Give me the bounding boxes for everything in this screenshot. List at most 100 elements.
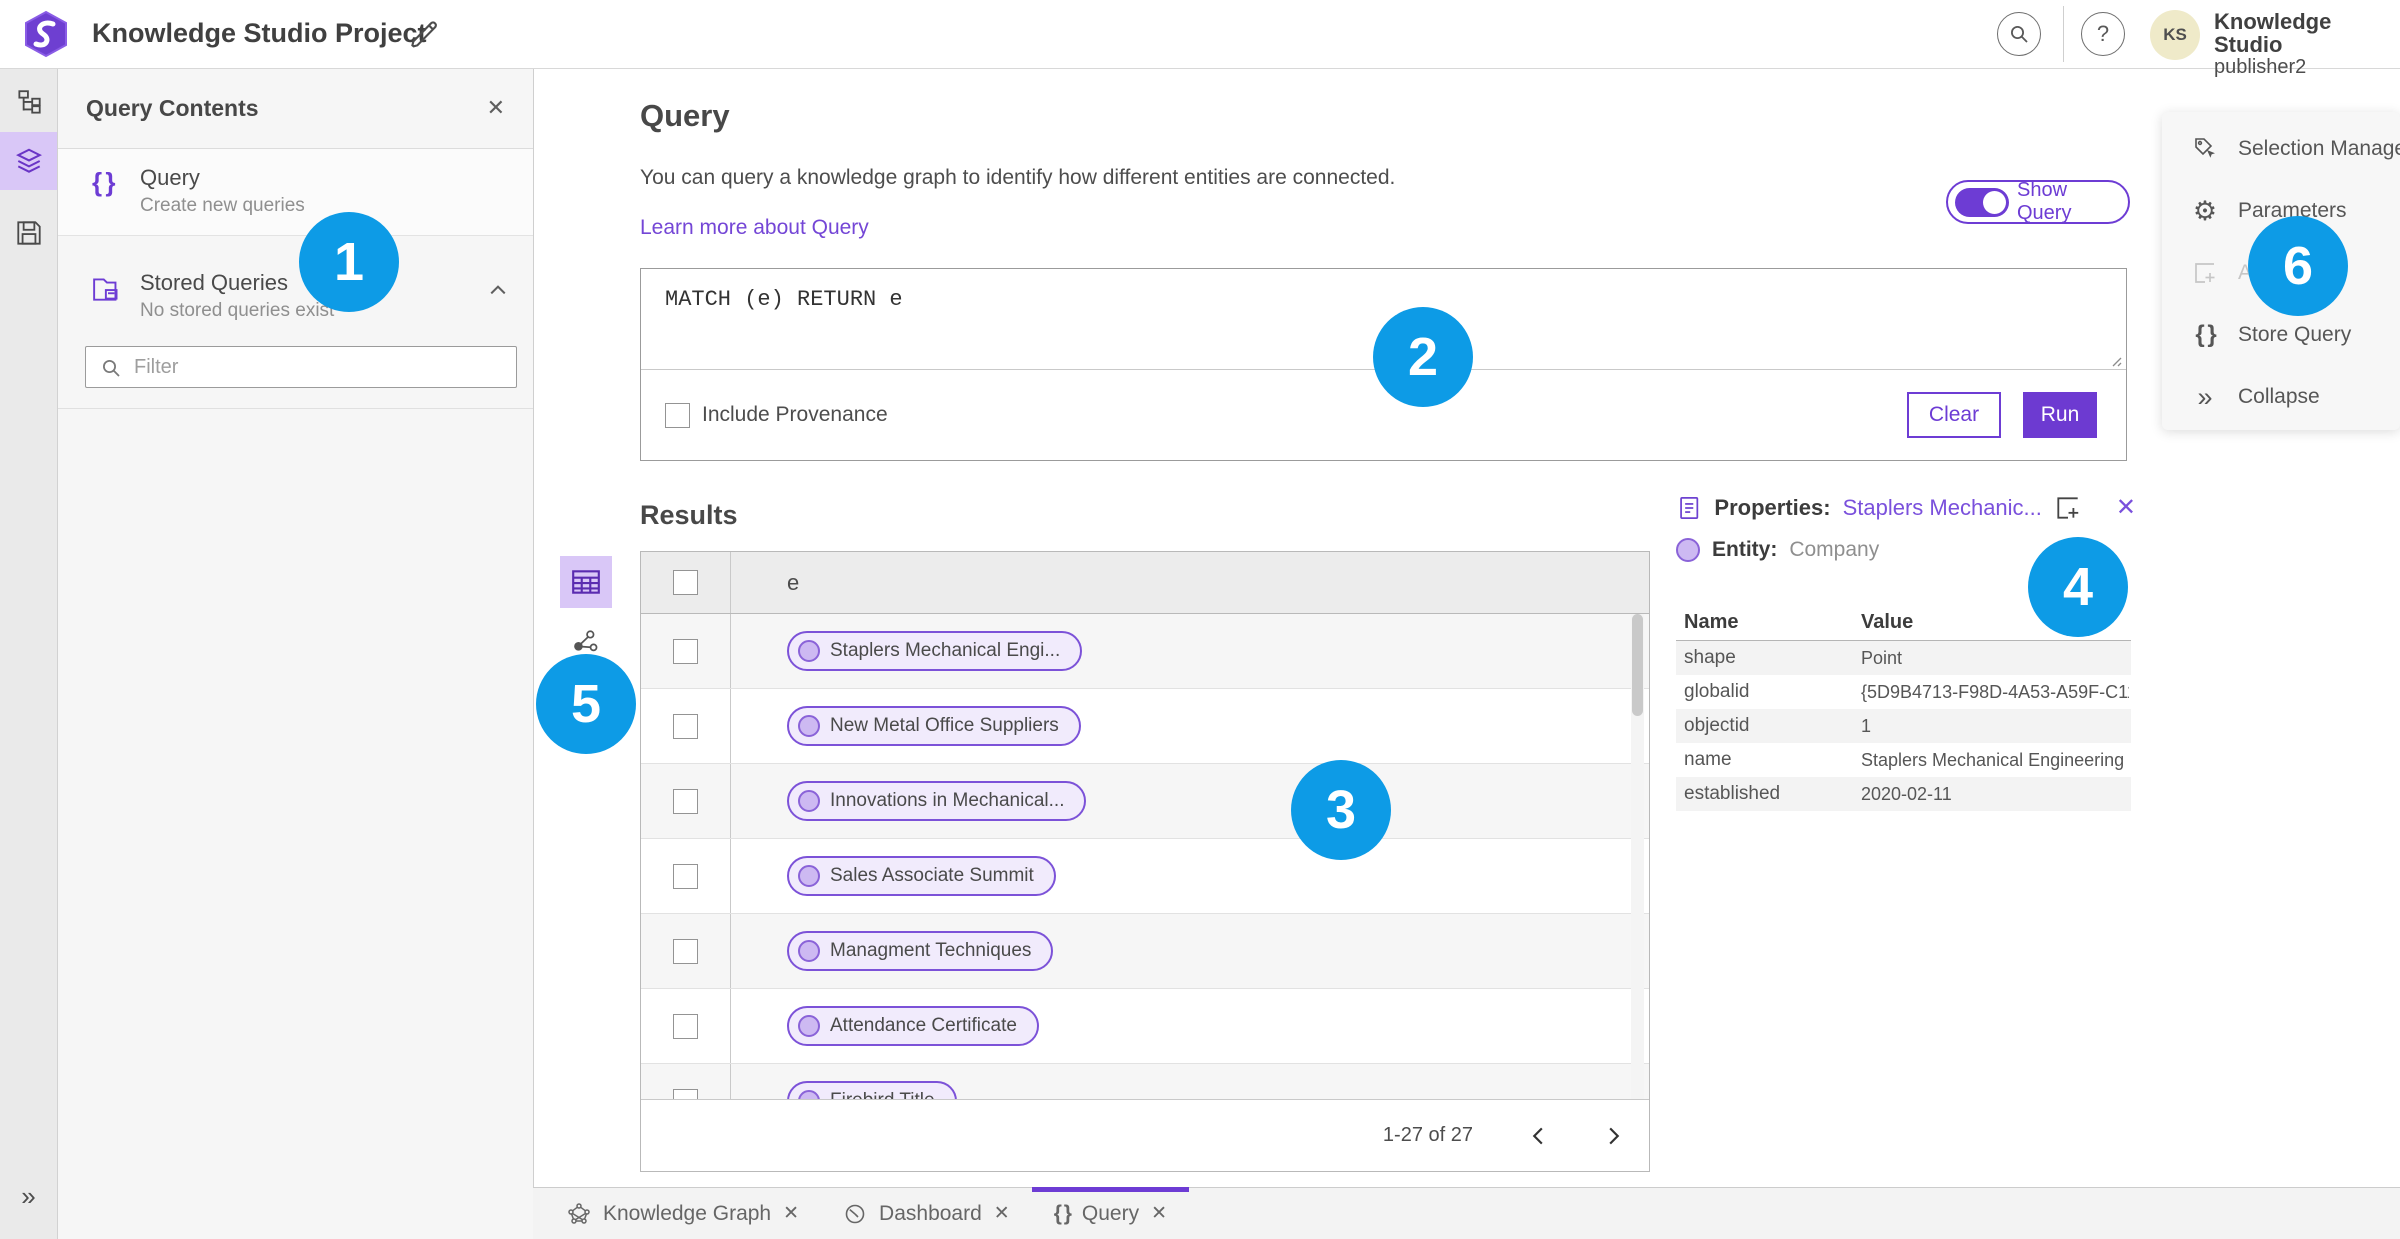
tab-dashboard[interactable]: Dashboard ✕: [821, 1188, 1032, 1239]
callout-5: 5: [536, 654, 636, 754]
row-checkbox[interactable]: [673, 938, 698, 964]
edit-project-button[interactable]: [408, 18, 442, 52]
row-checkbox[interactable]: [673, 788, 698, 814]
project-title: Knowledge Studio Project: [92, 18, 427, 48]
help-button[interactable]: ?: [2081, 12, 2125, 56]
close-tab-button[interactable]: ✕: [783, 1202, 799, 1225]
table-row: Sales Associate Summit: [641, 839, 1649, 914]
table-row: Staplers Mechanical Engi...: [641, 614, 1649, 689]
toggle-label: Show Query: [2017, 179, 2072, 224]
chevron-up-icon[interactable]: [489, 284, 507, 296]
entity-chip[interactable]: Innovations in Mechanical...: [787, 781, 1087, 821]
callout-6: 6: [2248, 216, 2348, 316]
entity-dot-icon: [798, 715, 820, 737]
search-button[interactable]: [1997, 12, 2041, 56]
property-row: globalid {5D9B4713-F98D-4A53-A59F-C11...: [1684, 681, 2129, 702]
entity-chip[interactable]: New Metal Office Suppliers: [787, 706, 1081, 746]
save-button[interactable]: [0, 204, 57, 262]
page-title: Query: [640, 98, 730, 133]
search-icon: [2011, 26, 2028, 43]
scrollbar-track[interactable]: [1631, 614, 1644, 1101]
double-chevron-icon: »: [21, 1180, 36, 1211]
sidebar-item-query[interactable]: { } Query Create new queries: [58, 149, 533, 236]
select-all-checkbox[interactable]: [673, 570, 698, 595]
row-checkbox[interactable]: [673, 863, 698, 889]
column-header-e: e: [787, 569, 800, 595]
learn-more-link[interactable]: Learn more about Query: [640, 216, 869, 240]
include-provenance-label: Include Provenance: [702, 403, 888, 426]
close-properties-button[interactable]: ✕: [2116, 493, 2136, 522]
entity-type: Company: [1789, 538, 1880, 561]
save-icon: [16, 221, 41, 245]
scrollbar-thumb[interactable]: [1632, 614, 1643, 716]
tab-knowledge-graph[interactable]: Knowledge Graph ✕: [545, 1188, 821, 1239]
panel-title: Query Contents: [86, 94, 259, 121]
property-row: established 2020-02-11: [1676, 777, 2131, 811]
callout-4: 4: [2028, 537, 2128, 637]
entity-chip[interactable]: Staplers Mechanical Engi...: [787, 631, 1083, 671]
toggle-knob: [1983, 190, 2006, 214]
gear-icon: ⚙: [2192, 195, 2218, 226]
filter-input[interactable]: [85, 346, 517, 388]
table-row: Firebird Title: [641, 1064, 1649, 1101]
entity-dot-icon: [798, 1015, 820, 1037]
property-row: shape Point: [1676, 641, 2131, 675]
braces-icon: { }: [1053, 1201, 1072, 1225]
item-subtitle: Create new queries: [140, 195, 305, 216]
braces-icon: { }: [92, 167, 116, 197]
item-title: Query: [140, 165, 200, 190]
data-model-button[interactable]: [0, 74, 57, 132]
results-pagination: 1-27 of 27: [641, 1099, 1649, 1171]
table-row: New Metal Office Suppliers: [641, 689, 1649, 764]
table-view-button[interactable]: [560, 556, 612, 608]
property-row: name Staplers Mechanical Engineering: [1684, 749, 2125, 770]
previous-page-button[interactable]: [1525, 1122, 1550, 1150]
close-tab-button[interactable]: ✕: [1151, 1202, 1167, 1225]
properties-header: Properties: Staplers Mechanic... ✕: [1676, 493, 2136, 522]
close-tab-button[interactable]: ✕: [994, 1202, 1010, 1225]
toggle-switch[interactable]: [1955, 187, 2009, 217]
left-rail: »: [0, 68, 58, 1239]
app-logo-icon[interactable]: [22, 10, 70, 58]
dashboard-icon: [845, 1204, 865, 1223]
filter-field: [85, 346, 517, 388]
table-row: Managment Techniques: [641, 914, 1649, 989]
tab-query-active[interactable]: { } Query ✕: [1031, 1187, 1190, 1239]
row-checkbox[interactable]: [673, 1013, 698, 1039]
pagination-range: 1-27 of 27: [1382, 1124, 1473, 1146]
property-row: objectid 1: [1676, 709, 2131, 743]
resize-handle[interactable]: [2110, 355, 2122, 367]
properties-label: Properties:: [1714, 494, 1831, 520]
callout-2: 2: [1373, 307, 1473, 407]
avatar[interactable]: KS: [2150, 10, 2200, 60]
show-query-toggle[interactable]: Show Query: [1946, 179, 2130, 224]
properties-entity-link[interactable]: Staplers Mechanic...: [1843, 495, 2042, 521]
expand-rail-button[interactable]: »: [0, 1167, 57, 1225]
close-panel-button[interactable]: ✕: [487, 95, 505, 121]
run-button[interactable]: Run: [2023, 392, 2097, 438]
collapse-item[interactable]: » Collapse: [2162, 366, 2400, 428]
layers-button-active[interactable]: [0, 132, 57, 190]
org-chart-icon: [17, 90, 41, 114]
include-provenance-checkbox[interactable]: [665, 402, 690, 428]
entity-dot-icon: [798, 640, 820, 662]
properties-table: Name Value shape Point globalid {5D9B471…: [1676, 604, 2131, 811]
entity-dot-icon: [798, 940, 820, 962]
entity-chip[interactable]: Managment Techniques: [787, 931, 1054, 971]
bottom-tab-bar: Knowledge Graph ✕ Dashboard ✕ { } Query …: [533, 1187, 2400, 1239]
results-view-toolbar: [560, 556, 612, 662]
entity-chip[interactable]: Firebird Title: [787, 1081, 957, 1101]
row-checkbox[interactable]: [673, 713, 698, 739]
next-page-button[interactable]: [1602, 1122, 1627, 1150]
add-to-map-button[interactable]: [2054, 494, 2082, 522]
table-icon: [572, 570, 600, 594]
braces-icon: { }: [2195, 321, 2216, 348]
entity-chip[interactable]: Attendance Certificate: [787, 1006, 1039, 1046]
selection-manager-item[interactable]: Selection Manager: [2162, 118, 2400, 180]
row-checkbox[interactable]: [673, 638, 698, 664]
entity-chip[interactable]: Sales Associate Summit: [787, 856, 1056, 896]
table-row: Attendance Certificate: [641, 989, 1649, 1064]
clear-button[interactable]: Clear: [1907, 392, 2001, 438]
sidebar-item-stored-queries[interactable]: Stored Queries No stored queries exist: [58, 256, 533, 336]
help-icon: ?: [2096, 21, 2110, 46]
